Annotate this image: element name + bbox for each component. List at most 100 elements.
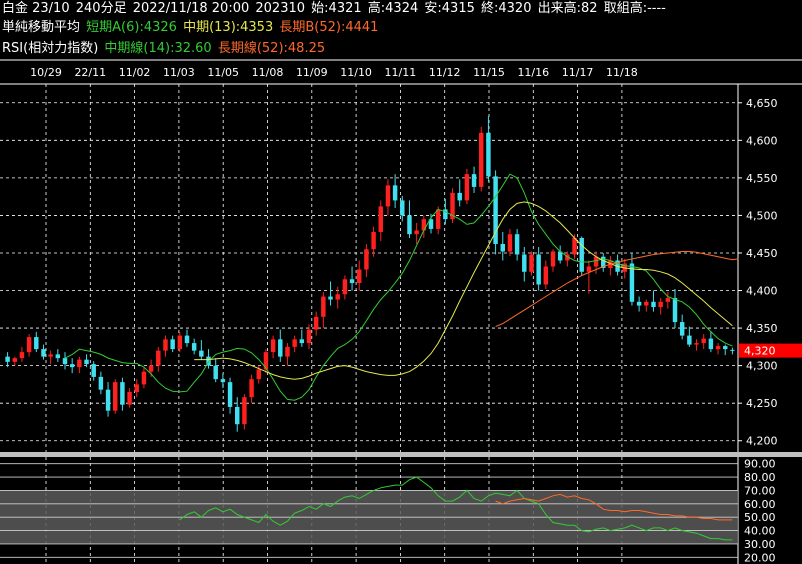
date-tick-label: 10/29	[30, 66, 62, 79]
candle-body	[593, 256, 599, 267]
candle-body	[249, 379, 254, 398]
date-tick-label: 11/03	[163, 66, 195, 79]
candle-body	[278, 339, 283, 357]
candle-body	[421, 219, 427, 231]
candle-body	[349, 279, 355, 284]
date-tick-label: 11/10	[340, 66, 372, 79]
candle-body	[270, 339, 276, 353]
date-tick-label: 11/11	[385, 66, 417, 79]
candle-body	[19, 352, 25, 359]
candle-body	[378, 206, 383, 232]
price-tick-label: 4,250	[746, 397, 778, 410]
price-tick-label: 4,300	[746, 360, 778, 373]
candle-body	[285, 346, 290, 357]
candle-body	[148, 365, 154, 372]
date-tick-label: 11/08	[252, 66, 284, 79]
candle-body	[579, 237, 584, 272]
rsi-tick-label: 90.00	[744, 458, 776, 471]
candle-body	[313, 316, 319, 330]
rsi-tick-label: 70.00	[744, 484, 776, 497]
candle-body	[371, 231, 376, 250]
candle-body	[471, 174, 477, 187]
candle-body	[687, 335, 692, 345]
candle-body	[529, 254, 534, 272]
candle-body	[543, 266, 549, 285]
date-tick-label: 11/15	[473, 66, 505, 79]
candle-body	[156, 350, 161, 366]
candle-body	[435, 209, 441, 229]
candle-body	[120, 382, 125, 405]
rsi-tick-label: 50.00	[744, 511, 776, 524]
candle-body	[213, 365, 218, 380]
candle-body	[292, 339, 297, 347]
candle-body	[34, 337, 39, 350]
price-chart[interactable]: 10/29 22/11 11/02 11/03 11/05 11/08 11/09 11/10…	[0, 0, 802, 564]
price-tick-label: 4,600	[746, 134, 778, 147]
candle-body	[12, 358, 17, 362]
candle-body	[91, 364, 96, 377]
candle-body	[730, 349, 735, 351]
candle-body	[550, 251, 556, 267]
price-tick-label: 4,650	[746, 97, 778, 110]
candle-body	[658, 301, 663, 308]
candle-body	[342, 279, 348, 295]
rsi-tick-label: 80.00	[744, 471, 776, 484]
rsi-tick-label: 30.00	[744, 538, 776, 551]
rsi-tick-label: 60.00	[744, 498, 776, 511]
candle-body	[98, 376, 104, 390]
candle-body	[486, 132, 491, 177]
candle-body	[321, 296, 326, 317]
candle-body	[694, 343, 699, 345]
candle-body	[586, 266, 592, 272]
candle-body	[701, 338, 706, 344]
date-tick-label: 22/11	[74, 66, 106, 79]
candle-body	[464, 174, 470, 201]
price-tick-label: 4,550	[746, 172, 778, 185]
candle-body	[400, 200, 405, 216]
candle-body	[385, 185, 391, 207]
candle-body	[493, 176, 498, 244]
candle-body	[665, 298, 671, 302]
candle-body	[62, 358, 68, 365]
candle-body	[55, 354, 61, 359]
candle-body	[708, 338, 714, 350]
candle-body	[199, 350, 204, 357]
candle-body	[500, 243, 505, 252]
candle-body	[299, 339, 305, 344]
candle-body	[41, 349, 46, 357]
candle-body	[227, 382, 233, 407]
candle-body	[507, 234, 513, 252]
candle-body	[163, 339, 168, 351]
candle-body	[105, 389, 111, 411]
candle-body	[414, 230, 419, 235]
candle-body	[672, 298, 678, 323]
price-tick-label: 4,350	[746, 322, 778, 335]
date-tick-label: 11/12	[429, 66, 461, 79]
candle-body	[48, 354, 53, 357]
candle-body	[357, 269, 362, 284]
last-price-label: 4,320	[744, 345, 776, 358]
candle-body	[170, 339, 175, 350]
rsi-tick-label: 20.00	[744, 551, 776, 564]
candle-body	[392, 185, 398, 201]
price-tick-label: 4,200	[746, 435, 778, 448]
date-tick-label: 11/18	[606, 66, 638, 79]
candle-body	[335, 294, 340, 300]
date-tick-label: 11/16	[517, 66, 549, 79]
candle-body	[328, 296, 333, 300]
date-tick-label: 11/09	[296, 66, 328, 79]
candle-body	[235, 406, 240, 425]
candle-body	[364, 249, 369, 270]
price-tick-label: 4,450	[746, 247, 778, 260]
candle-body	[644, 301, 649, 306]
candle-body	[177, 335, 183, 350]
candle-body	[84, 359, 89, 365]
pane-divider	[0, 452, 802, 457]
candle-body	[636, 301, 642, 306]
candle-body	[514, 234, 520, 255]
candle-body	[26, 337, 32, 353]
candle-body	[5, 356, 10, 362]
candle-body	[141, 371, 147, 385]
candle-body	[715, 346, 721, 350]
candle-body	[679, 322, 685, 336]
